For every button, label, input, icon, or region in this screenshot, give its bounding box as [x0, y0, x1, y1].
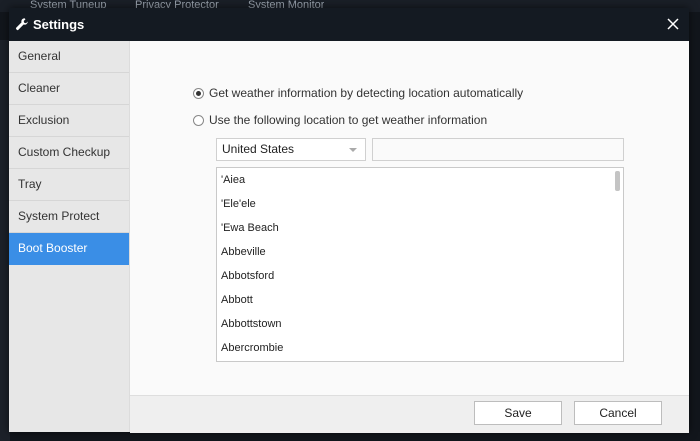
sidebar-item-exclusion[interactable]: Exclusion: [9, 105, 129, 137]
auto-location-label: Get weather information by detecting loc…: [209, 86, 524, 100]
list-item[interactable]: 'Ele'ele: [217, 192, 613, 216]
city-list[interactable]: 'Aiea 'Ele'ele 'Ewa Beach Abbeville Abbo…: [216, 167, 624, 362]
list-item[interactable]: 'Ewa Beach: [217, 216, 613, 240]
manual-location-label: Use the following location to get weathe…: [209, 113, 488, 127]
manual-location-radio[interactable]: [193, 114, 204, 126]
city-filter-input[interactable]: [372, 138, 624, 161]
cancel-button[interactable]: Cancel: [574, 401, 662, 425]
country-dropdown[interactable]: United States: [216, 138, 366, 161]
manual-location-option[interactable]: Use the following location to get weathe…: [193, 113, 487, 127]
sidebar-item-system-protect[interactable]: System Protect: [9, 201, 129, 233]
scrollbar-thumb[interactable]: [615, 171, 620, 191]
city-list-scrollbar[interactable]: [613, 169, 622, 360]
list-item[interactable]: Abbott: [217, 288, 613, 312]
sidebar-item-general[interactable]: General: [9, 41, 129, 73]
dialog-footer: Save Cancel: [130, 395, 689, 433]
dialog-title: Settings: [33, 17, 85, 32]
close-button[interactable]: [663, 14, 683, 34]
save-button[interactable]: Save: [474, 401, 562, 425]
settings-dialog: Settings General Cleaner Exclusion Custo…: [9, 8, 689, 433]
wrench-icon: [15, 18, 28, 31]
country-dropdown-value: United States: [222, 142, 295, 156]
weather-settings-panel: Get weather information by detecting loc…: [130, 41, 689, 395]
dialog-titlebar[interactable]: Settings: [9, 8, 689, 41]
sidebar-item-custom-checkup[interactable]: Custom Checkup: [9, 137, 129, 169]
auto-location-option[interactable]: Get weather information by detecting loc…: [193, 86, 523, 100]
list-item[interactable]: Abbeville: [217, 240, 613, 264]
settings-sidebar: General Cleaner Exclusion Custom Checkup…: [9, 41, 130, 432]
sidebar-item-cleaner[interactable]: Cleaner: [9, 73, 129, 105]
auto-location-radio[interactable]: [193, 87, 204, 99]
list-item[interactable]: Abbottstown: [217, 312, 613, 336]
list-item[interactable]: Abbotsford: [217, 264, 613, 288]
close-icon: [667, 18, 679, 30]
sidebar-item-tray[interactable]: Tray: [9, 169, 129, 201]
city-list-items: 'Aiea 'Ele'ele 'Ewa Beach Abbeville Abbo…: [217, 168, 613, 360]
list-item[interactable]: Abercrombie: [217, 336, 613, 360]
sidebar-item-boot-booster[interactable]: Boot Booster: [9, 233, 129, 265]
chevron-down-icon: [349, 148, 357, 152]
list-item[interactable]: 'Aiea: [217, 168, 613, 192]
